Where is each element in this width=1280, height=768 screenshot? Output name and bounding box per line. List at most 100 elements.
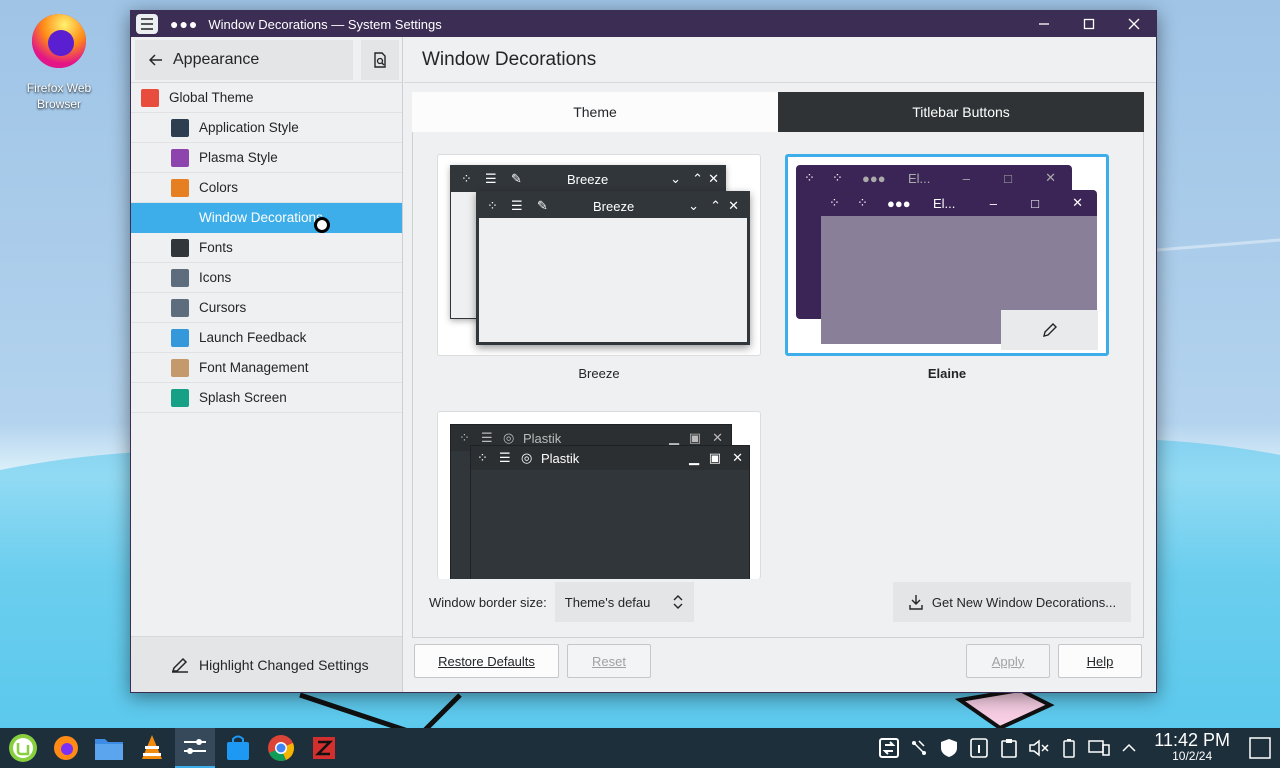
theme-card-plastik[interactable]: ⁘ ☰ ◎ Plastik ▁ ▣ ✕ ⁘ ☰ ◎ Plastik ▁ ▣ ✕ (437, 411, 761, 579)
system-settings-app-icon[interactable] (136, 14, 158, 34)
edit-theme-button[interactable] (1001, 310, 1098, 350)
shopping-bag-icon (227, 735, 249, 760)
sidebar-item-plasma-style[interactable]: Plasma Style (131, 143, 402, 173)
taskbar-red-app[interactable] (304, 728, 344, 768)
breeze-back-title: Breeze (567, 171, 609, 187)
desktop-icon-firefox[interactable]: Firefox Web Browser (14, 8, 104, 112)
sidebar-item-label: Font Management (199, 360, 309, 375)
fonts-icon (171, 238, 189, 257)
sidebar-item-application-style[interactable]: Application Style (131, 113, 402, 143)
get-new-window-decorations-button[interactable]: Get New Window Decorations... (893, 582, 1131, 622)
back-to-appearance-button[interactable]: Appearance (135, 39, 353, 80)
tab-titlebar-buttons[interactable]: Titlebar Buttons (778, 92, 1144, 132)
sidebar-item-window-decorations[interactable]: Window Decorations (131, 203, 402, 233)
sidebar-item-icons[interactable]: Icons (131, 263, 402, 293)
sidebar-item-splash-screen[interactable]: Splash Screen (131, 383, 402, 413)
theme-name-breeze: Breeze (578, 366, 620, 381)
tray-volume[interactable] (1024, 728, 1054, 768)
maximize-icon (1083, 18, 1094, 30)
splash-screen-icon (171, 388, 189, 407)
font-management-icon (171, 358, 189, 377)
dialog-button-bar: Restore Defaults Reset Apply Help (412, 644, 1144, 680)
clock-time: 11:42 PM (1154, 730, 1230, 750)
window-title: Window Decorations — System Settings (208, 16, 442, 32)
sidebar-category-list: Global Theme Application Style Plasma Styl… (131, 83, 402, 413)
theme-card-elaine[interactable]: ⁘ ⁘ ●●● El... – □ ✕ ⁘ ⁘ ●●● El... – □ ✕ (785, 154, 1109, 356)
maximize-button[interactable] (1066, 11, 1111, 37)
show-desktop-button[interactable] (1240, 728, 1280, 768)
launch-feedback-icon (171, 328, 189, 347)
titlebar-dots: ●●● (170, 16, 199, 32)
tray-expand-button[interactable] (1114, 728, 1144, 768)
sidebar-item-cursors[interactable]: Cursors (131, 293, 402, 323)
window-decorations-icon (171, 208, 189, 227)
taskbar: 11:42 PM 10/2/24 (0, 728, 1280, 768)
sidebar-item-label: Window Decorations (199, 210, 323, 225)
reset-button[interactable]: Reset (567, 644, 651, 678)
tray-battery[interactable] (1054, 728, 1084, 768)
sidebar-item-label: Colors (199, 180, 239, 195)
taskbar-discover[interactable] (218, 728, 258, 768)
firefox-icon (54, 736, 78, 760)
tray-info[interactable] (964, 728, 994, 768)
application-style-icon (171, 118, 189, 137)
breeze-front-title: Breeze (593, 198, 635, 214)
application-launcher-button[interactable] (3, 728, 43, 768)
tab-theme[interactable]: Theme (412, 92, 778, 132)
highlight-changed-settings-button[interactable]: Highlight Changed Settings (131, 636, 402, 692)
apply-button[interactable]: Apply (966, 644, 1050, 678)
window-titlebar[interactable]: ●●● Window Decorations — System Settings (131, 11, 1156, 37)
restore-defaults-button[interactable]: Restore Defaults (414, 644, 559, 678)
sidebar-item-font-management[interactable]: Font Management (131, 353, 402, 383)
tray-kdeconnect[interactable] (904, 728, 934, 768)
sidebar-item-label: Plasma Style (199, 150, 278, 165)
search-document-button[interactable] (361, 39, 399, 80)
digital-clock[interactable]: 11:42 PM 10/2/24 (1154, 730, 1230, 764)
main-panel: Window Decorations Theme Titlebar Button… (404, 37, 1156, 692)
linux-mint-icon (9, 734, 37, 762)
tab-bar: Theme Titlebar Buttons (412, 92, 1144, 132)
updown-chevron-icon (673, 595, 683, 609)
sidebar-item-colors[interactable]: Colors (131, 173, 402, 203)
taskbar-firefox[interactable] (46, 728, 86, 768)
taskbar-chrome[interactable] (261, 728, 301, 768)
apply-label: Apply (991, 653, 1025, 669)
system-settings-icon (184, 739, 206, 754)
theme-card-breeze[interactable]: ⁘ ☰ ✎ Breeze ⌄ ⌃ ✕ ⁘ ☰ ✎ Breeze ⌄ ⌃ ✕ (437, 154, 761, 356)
download-icon (909, 595, 923, 610)
sidebar-item-label: Launch Feedback (199, 330, 307, 345)
tray-clipboard[interactable] (994, 728, 1024, 768)
sidebar-item-fonts[interactable]: Fonts (131, 233, 402, 263)
tray-vpn[interactable] (934, 728, 964, 768)
border-size-select[interactable]: Theme's defau (554, 582, 694, 622)
close-icon (1128, 18, 1139, 30)
border-size-value: Theme's defau (564, 594, 651, 610)
sidebar-item-global-theme[interactable]: Global Theme (131, 83, 402, 113)
arrow-left-icon (149, 53, 162, 66)
close-button[interactable] (1111, 11, 1156, 37)
tray-updates[interactable] (874, 728, 904, 768)
system-tray: 11:42 PM 10/2/24 (874, 728, 1280, 768)
document-search-icon (374, 51, 386, 68)
system-settings-window: ●●● Window Decorations — System Settings… (130, 10, 1157, 693)
taskbar-system-settings[interactable] (175, 728, 215, 768)
vlc-cone-icon (142, 735, 162, 759)
taskbar-vlc[interactable] (132, 728, 172, 768)
border-size-label: Window border size: (429, 594, 547, 610)
cursors-icon (171, 298, 189, 317)
sidebar-item-launch-feedback[interactable]: Launch Feedback (131, 323, 402, 353)
get-new-label: Get New Window Decorations... (931, 594, 1117, 610)
tray-display[interactable] (1084, 728, 1114, 768)
sidebar-item-label: Fonts (199, 240, 233, 255)
colors-icon (171, 178, 189, 197)
icons-icon (171, 268, 189, 287)
volume-muted-icon (1029, 739, 1049, 757)
firefox-icon (32, 14, 86, 68)
help-button[interactable]: Help (1058, 644, 1142, 678)
minimize-button[interactable] (1021, 11, 1066, 37)
global-theme-icon (141, 88, 159, 107)
page-title: Window Decorations (404, 37, 1156, 83)
display-icon (1088, 740, 1111, 756)
sidebar-item-label: Application Style (199, 120, 299, 135)
taskbar-file-manager[interactable] (89, 728, 129, 768)
